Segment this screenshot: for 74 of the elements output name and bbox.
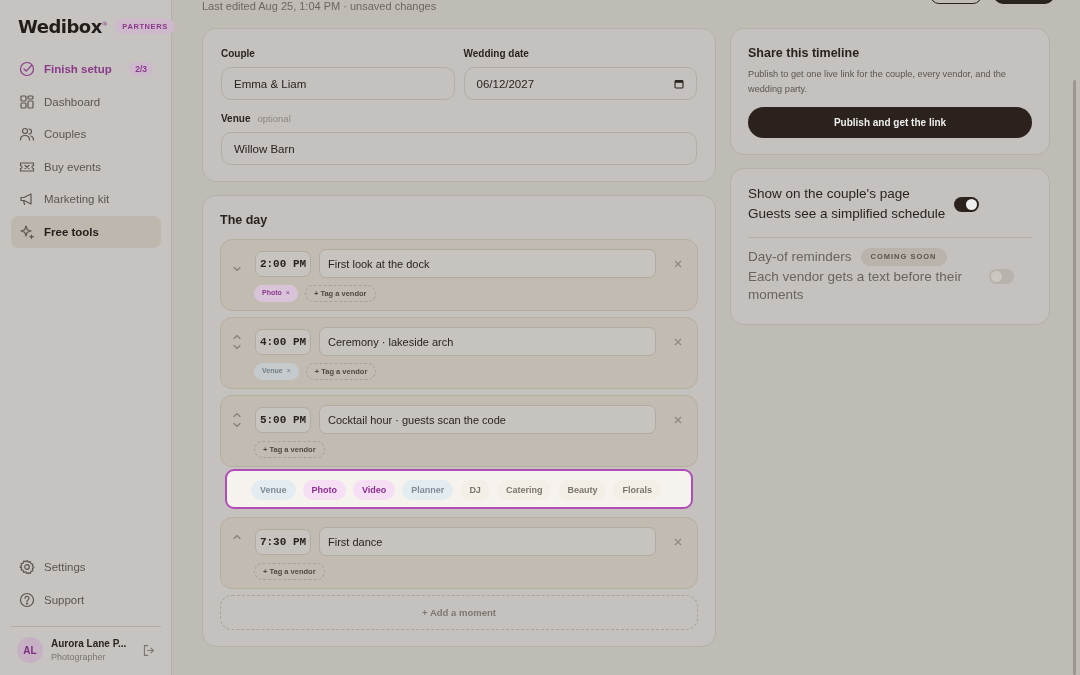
toggle-switch[interactable] xyxy=(954,196,979,212)
setting-title: Day-of reminders xyxy=(748,248,852,266)
add-moment-button[interactable]: + Add a moment xyxy=(220,595,698,630)
vendor-option[interactable]: Venue xyxy=(251,480,296,500)
save-status: Last edited Aug 25, 1:04 PM · unsaved changes xyxy=(202,0,438,12)
close-icon[interactable] xyxy=(674,537,682,546)
user-role: Photographer xyxy=(51,652,107,662)
nav-label: Support xyxy=(44,593,86,606)
vendor-option[interactable]: Catering xyxy=(496,480,552,500)
moment-title-field[interactable]: Cocktail hour · guests scan the code xyxy=(319,405,656,434)
vendor-option[interactable]: Photo xyxy=(302,480,346,500)
couple-field[interactable]: Emma & Liam xyxy=(221,67,455,100)
field-label: Couple xyxy=(221,48,255,59)
sparkle-icon xyxy=(19,223,35,240)
time-field[interactable]: 4:00 PM xyxy=(255,328,311,355)
people-icon xyxy=(19,126,35,142)
moment-title-field[interactable]: First dance xyxy=(319,527,656,556)
nav-item[interactable]: Finish setup 2/3 xyxy=(11,53,161,85)
nav-item[interactable]: Couples xyxy=(11,118,161,150)
nav-item[interactable]: Support xyxy=(11,583,161,616)
nav-item[interactable]: Buy events xyxy=(11,150,161,183)
nav-label: Free tools xyxy=(44,225,100,238)
move-down-icon[interactable] xyxy=(231,265,243,273)
time-field[interactable]: 7:30 PM xyxy=(255,528,311,555)
card-title: Share this timeline xyxy=(748,46,861,60)
venue-field[interactable]: Willow Barn xyxy=(221,132,697,165)
vendor-option[interactable]: DJ xyxy=(460,480,490,500)
card-text: Publish to get one live link for the couple, every vendor, and the wedding party. xyxy=(748,68,1007,96)
nav-item[interactable]: Settings xyxy=(11,551,161,583)
nav-label: Marketing kit xyxy=(44,193,111,205)
grid-icon xyxy=(19,93,35,110)
nav-label: Dashboard xyxy=(44,95,102,108)
vendor-option[interactable]: Beauty xyxy=(558,480,607,500)
nav-label: Finish setup xyxy=(44,63,113,75)
nav-label: Buy events xyxy=(44,160,102,173)
vendor-option[interactable]: Planner xyxy=(402,480,454,500)
logout-icon[interactable] xyxy=(142,643,155,657)
vendor-option[interactable]: Florals xyxy=(613,480,661,500)
user-avatar[interactable]: AL xyxy=(17,637,43,663)
time-field[interactable]: 5:00 PM xyxy=(255,406,311,433)
field-label: Wedding date xyxy=(463,48,529,59)
nav-item[interactable]: Free tools xyxy=(11,215,161,248)
move-down-icon[interactable] xyxy=(231,421,243,429)
scrollbar[interactable] xyxy=(1073,80,1076,675)
calendar-icon[interactable] xyxy=(674,78,684,89)
publish-button[interactable]: Publish and get the link xyxy=(748,107,1032,138)
nav-item[interactable]: Marketing kit xyxy=(11,183,161,215)
check-circle-icon xyxy=(19,61,35,77)
settings-icon xyxy=(19,559,35,575)
time-field[interactable]: 2:00 PM xyxy=(255,250,311,277)
section-title: The day xyxy=(220,213,269,227)
move-up-icon[interactable] xyxy=(231,532,243,540)
setting-description: Each vendor gets a text before their moments xyxy=(748,268,963,304)
nav-label: Couples xyxy=(44,128,88,140)
field-label: Venue xyxy=(221,113,251,124)
close-icon[interactable] xyxy=(674,337,682,346)
move-up-icon[interactable] xyxy=(231,410,243,418)
nav-label: Settings xyxy=(44,561,87,573)
date-field[interactable]: 06/12/2027 xyxy=(463,67,697,100)
progress-badge: 2/3 xyxy=(129,62,153,76)
setting-title: Show on the couple's page xyxy=(748,185,910,203)
setting-description: Guests see a simplified schedule xyxy=(748,205,946,223)
nav-item[interactable]: Dashboard xyxy=(11,85,161,118)
move-down-icon[interactable] xyxy=(231,343,243,351)
close-icon[interactable] xyxy=(674,415,682,424)
megaphone-icon xyxy=(19,191,35,207)
brand-logo[interactable]: Wedibox$^{®}$ xyxy=(18,16,108,37)
user-name: Aurora Lane P... xyxy=(51,638,128,649)
moment-title-field[interactable]: First look at the dock xyxy=(319,249,656,278)
close-icon[interactable] xyxy=(674,259,682,268)
moment-title-field[interactable]: Ceremony · lakeside arch xyxy=(319,327,656,356)
vendor-option[interactable]: Video xyxy=(353,480,396,500)
move-up-icon[interactable] xyxy=(231,332,243,340)
help-icon xyxy=(19,591,35,608)
